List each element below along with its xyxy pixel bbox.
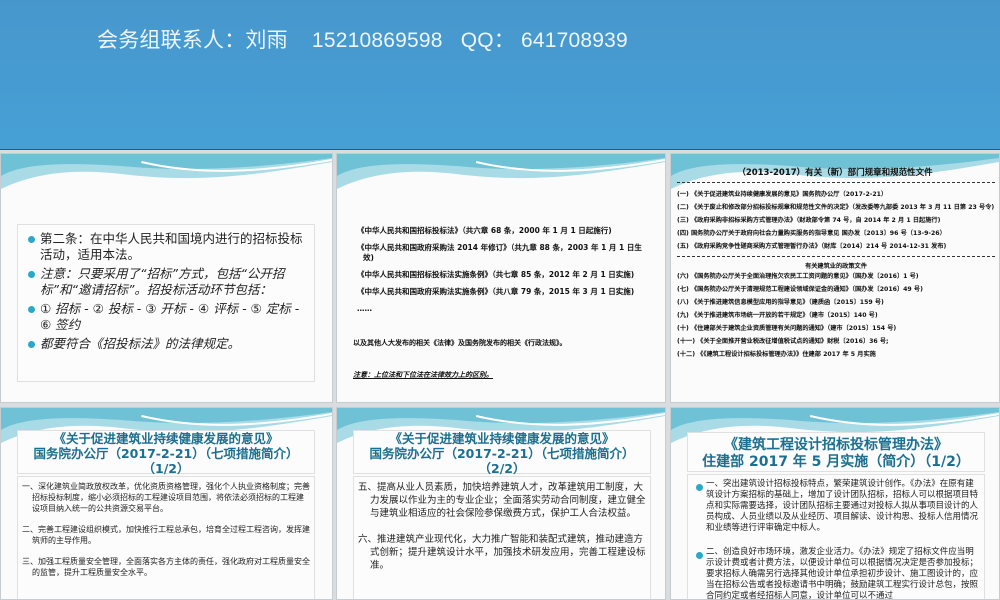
slide-thumbnail-4[interactable]: 《关于促进建筑业持续健康发展的意见》 国务院办公厅（2017-2-21）（七项措… bbox=[0, 407, 333, 600]
ellipsis: …… bbox=[357, 304, 372, 313]
law-item: 《中华人民共和国政府采购法实施条例》（共八章 79 条，2015 年 3 月 1… bbox=[357, 287, 635, 296]
doc-item: (八) 《关于推进建筑信息模型应用的指导意见》（建质函〔2015〕159 号) bbox=[677, 299, 884, 306]
paragraph: 一、深化建筑业简政放权改革，优化资质资格管理，强化个人执业资格制度；完善招标投标… bbox=[22, 482, 310, 513]
bullet-item: 第二条：在中华人民共和国境内进行的招标投标活动，适用本法。 bbox=[26, 231, 306, 263]
law-item: 《中华人民共和国招标投标法》（共六章 68 条，2000 年 1 月 1 日起施… bbox=[357, 226, 612, 235]
slide-page: （2/2） bbox=[478, 461, 526, 476]
slide-thumbnail-3[interactable]: （2013-2017）有关（新）部门规章和规范性文件 (一) 《关于促进建筑业持… bbox=[670, 153, 1000, 403]
slide-page: （1/2） bbox=[142, 461, 190, 476]
doc-item: (九) 《关于推进建筑市场统一开放的若干规定》（建市〔2015〕140 号) bbox=[677, 312, 878, 319]
slide-thumbnail-1[interactable]: 第二条：在中华人民共和国境内进行的招标投标活动，适用本法。 注意：只要采用了“招… bbox=[0, 153, 333, 403]
doc-item: (五) 《政府采购竞争性磋商采购方式管理暂行办法》（财库〔2014〕214 号 … bbox=[677, 243, 947, 250]
slide-title: 住建部 2017 年 5 月实施（简介）（1/2） bbox=[702, 454, 970, 470]
doc-item: (十) 《住建部关于建筑企业资质管理有关问题的通知》（建市〔2015〕154 号… bbox=[677, 325, 897, 332]
slide-title: 《关于促进建筑业持续健康发展的意见》 bbox=[53, 431, 279, 446]
bullet-item: ① 招标 - ② 投标 - ③ 开标 - ④ 评标 - ⑤ 定标 - ⑥ 签约 bbox=[26, 301, 306, 333]
bullet-item: 都要符合《招投标法》的法律规定。 bbox=[26, 336, 306, 352]
contact-banner: 会务组联系人：刘雨 15210869598 QQ： 641708939 bbox=[0, 0, 1000, 150]
paragraph: 五、提高从业人员素质，加快培养建筑人才，改革建筑用工制度，大力发展以作业为主的专… bbox=[358, 482, 646, 519]
doc-item: (一) 《关于促进建筑业持续健康发展的意见》国务院办公厅（2017-2-21） bbox=[677, 191, 888, 198]
slide-title: 国务院办公厅（2017-2-21）（七项措施简介） bbox=[369, 446, 635, 461]
slide-title: （2013-2017）有关（新）部门规章和规范性文件 bbox=[737, 168, 933, 178]
slide-title: 《建筑工程设计招标投标管理办法》 bbox=[724, 437, 948, 453]
law-item: 《中华人民共和国招标投标法实施条例》（共七章 85 条，2012 年 2 月 1… bbox=[357, 270, 635, 279]
wave-decoration bbox=[337, 154, 665, 189]
doc-item: (二) 《关于废止和修改部分招标投标规章和规范性文件的决定》（发改委等九部委 2… bbox=[677, 204, 995, 211]
slide-title: 《关于促进建筑业持续健康发展的意见》 bbox=[389, 431, 615, 446]
doc-item: (三) 《政府采购非招标采购方式管理办法》（财政部令第 74 号，自 2014 … bbox=[677, 217, 941, 224]
doc-item: (七) 《国务院办公厅关于清理规范工程建设领域保证金的通知》（国办发〔2016〕… bbox=[677, 286, 923, 293]
slide-thumbnail-2[interactable]: 《中华人民共和国招标投标法》（共六章 68 条，2000 年 1 月 1 日起施… bbox=[336, 153, 666, 403]
paragraph: 三、加强工程质量安全管理，全面落实各方主体的责任，强化政府对工程质量安全的监管，… bbox=[22, 557, 310, 577]
subtitle: 有关建筑业的政策文件 bbox=[805, 263, 867, 270]
note-text: 注意：上位法和下位法在法律效力上的区别。 bbox=[353, 371, 493, 379]
slide-thumbnail-5[interactable]: 《关于促进建筑业持续健康发展的意见》 国务院办公厅（2017-2-21）（七项措… bbox=[336, 407, 666, 600]
doc-item: (十一) 《关于全面推开营业税改征增值税试点的通知》财税〔2016〕36 号; bbox=[677, 338, 889, 345]
law-item: 《中华人民共和国政府采购法 2014 年修订》（共九章 88 条，2003 年 … bbox=[357, 243, 642, 262]
doc-item: (十二) 《《建筑工程设计招标投标管理办法》》住建部 2017 年 5 月实施 bbox=[677, 351, 876, 358]
bullet-item: 注意：只要采用了“招标”方式，包括“公开招标”和“邀请招标”。招投标活动环节包括… bbox=[26, 266, 306, 298]
slide-thumbnail-6[interactable]: 《建筑工程设计招标投标管理办法》 住建部 2017 年 5 月实施（简介）（1/… bbox=[670, 407, 1000, 600]
doc-item: (六) 《国务院办公厅关于全面治理拖欠农民工工资问题的意见》（国办发〔2016〕… bbox=[677, 273, 919, 280]
doc-item: (四) 国务院办公厅关于政府向社会力量购买服务的指导意见 国办发〔2013〕96… bbox=[677, 230, 946, 237]
slide-title: 国务院办公厅（2017-2-21）（七项措施简介） bbox=[33, 446, 299, 461]
wave-decoration bbox=[1, 154, 332, 189]
paragraph: 二、完善工程建设组织模式，加快推行工程总承包，培育全过程工程咨询，发挥建筑师的主… bbox=[22, 525, 310, 545]
others-text: 以及其他人大发布的相关《法律》及国务院发布的相关《行政法规》。 bbox=[353, 339, 567, 347]
bullet-item: 二、创造良好市场环境，激发企业活力。《办法》规定了招标文件应当明示设计费或者计费… bbox=[694, 547, 980, 599]
paragraph: 六、推进建筑产业现代化，大力推广智能和装配式建筑，推动建造方式创新；提升建筑设计… bbox=[358, 534, 646, 571]
contact-text: 会务组联系人：刘雨 15210869598 QQ： 641708939 bbox=[97, 29, 628, 52]
bullet-item: 一、突出建筑设计招标投标特点，繁荣建筑设计创作。《办法》在原有建筑设计方案招标的… bbox=[694, 479, 980, 534]
